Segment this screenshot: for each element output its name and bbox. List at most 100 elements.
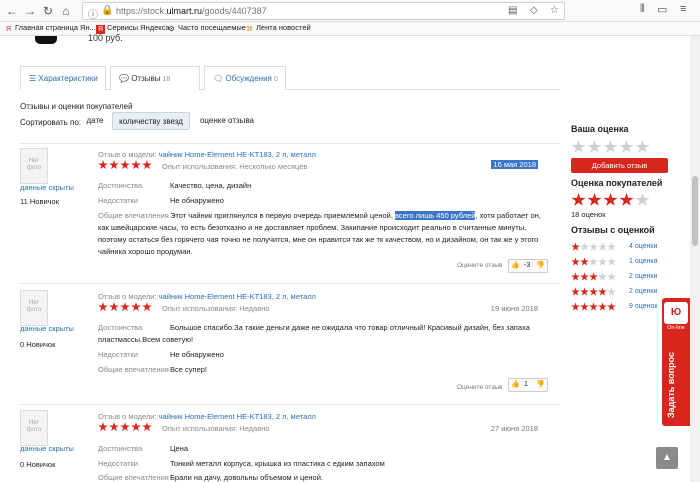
sort-by-date[interactable]: дате: [80, 112, 110, 130]
star-icon[interactable]: [603, 140, 618, 153]
user-rank: 11 Новичок: [20, 197, 59, 206]
info-icon[interactable]: ⓘ: [88, 6, 98, 21]
review-date: 19 июня 2018: [490, 304, 538, 313]
star-icon: [120, 302, 130, 312]
url-text[interactable]: https://stock.ulmart.ru/goods/4407387: [116, 6, 267, 16]
gear-icon: ⚙: [168, 26, 175, 33]
rating-filter-row[interactable]: 2 оценки: [571, 272, 661, 284]
field-label: Общие впечатления: [98, 473, 169, 482]
star-icon: [109, 422, 119, 432]
bookmark-yandex[interactable]: Я Главная страница Ян...: [4, 23, 96, 34]
review-impression: Общие впечатленияБрали на дачу, довольны…: [98, 472, 558, 482]
rating-filter-link[interactable]: 2 оценки: [629, 273, 657, 280]
star-icon: [98, 302, 108, 312]
usage-experience: Опыт использования: Несколько месяцев: [162, 162, 308, 171]
rating-filter-row[interactable]: 4 оценки: [571, 242, 661, 254]
model-prefix: Отзыв о модели:: [98, 150, 157, 159]
star-icon: [571, 257, 580, 266]
star-icon: [598, 302, 607, 311]
user-hidden-link[interactable]: данные скрыты: [20, 183, 74, 192]
scrollbar[interactable]: [690, 36, 700, 482]
reader-icon[interactable]: ▤: [508, 5, 517, 16]
rating-filter-link[interactable]: 1 оценка: [629, 258, 658, 265]
model-prefix: Отзыв о модели:: [98, 412, 157, 421]
address-bar[interactable]: ⓘ 🔒 https://stock.ulmart.ru/goods/440738…: [82, 2, 565, 21]
url-path: /goods/4407387: [202, 6, 267, 16]
thumbs-down-icon[interactable]: 👎: [536, 261, 545, 269]
library-icon[interactable]: ⫴: [640, 3, 645, 16]
url-host: ulmart.ru: [166, 6, 203, 16]
arrow-up-icon[interactable]: ▲: [656, 447, 678, 469]
pocket-icon[interactable]: ◇: [530, 5, 538, 16]
field-label: Достоинства: [98, 181, 143, 190]
ask-question-widget[interactable]: Ю On-line Задать вопрос: [662, 298, 690, 426]
tab-reviews[interactable]: 💬 Отзывы 18: [110, 66, 200, 90]
back-icon[interactable]: ←: [4, 3, 20, 19]
sort-by-stars[interactable]: количеству звезд: [112, 112, 190, 130]
tab-count: 18: [162, 76, 171, 83]
star-icon: [589, 242, 598, 251]
tab-label: Обсуждения: [225, 74, 272, 83]
forward-icon[interactable]: →: [22, 3, 38, 19]
bookmark-most-visited[interactable]: ⚙ Часто посещаемые: [167, 23, 246, 34]
scrollbar-thumb[interactable]: [692, 176, 698, 246]
field-value: Этот чайник приглянулся в первую очередь…: [170, 211, 395, 220]
review-impression: Общие впечатленияВсе супер!: [98, 364, 558, 376]
divider: [20, 404, 560, 405]
product-price: 100 руб.: [88, 33, 123, 43]
sort-by-rating[interactable]: оценке отзыва: [192, 112, 262, 130]
tab-characteristics[interactable]: ☰ Характеристики: [20, 66, 106, 90]
star-icon: [598, 272, 607, 281]
star-icon: [607, 242, 616, 251]
thumbs-up-icon[interactable]: 👍: [511, 261, 520, 269]
star-icon: [98, 422, 108, 432]
bookmark-news[interactable]: ⌘ Лента новостей: [245, 23, 311, 34]
rating-filter-row[interactable]: 1 оценка: [571, 257, 661, 269]
star-icon: [580, 272, 589, 281]
star-icon: [580, 257, 589, 266]
url-prefix: https://stock.: [116, 6, 167, 16]
rate-review-label: Оцените отзыв: [457, 262, 503, 269]
field-value: Качество, цена, дизайн: [170, 181, 252, 190]
review-model-line: Отзыв о модели: чайник Home-Element HE-K…: [98, 412, 316, 421]
star-icon: [589, 272, 598, 281]
review-stars: [98, 302, 153, 312]
star-icon: [109, 160, 119, 170]
user-hidden-link[interactable]: данные скрыты: [20, 444, 74, 453]
divider: [20, 143, 560, 144]
your-rating-stars[interactable]: [571, 140, 651, 154]
review-pros: Достоинства Большое спасибо.За такие день…: [98, 322, 558, 346]
sidebar-icon[interactable]: ▭: [657, 3, 667, 16]
star-icon[interactable]: [571, 140, 586, 153]
user-rank: 0 Новичок: [20, 340, 56, 349]
rating-filter-row[interactable]: 2 оценки: [571, 287, 661, 299]
model-link[interactable]: чайник Home-Element HE-KT183, 2 л, метал…: [159, 150, 316, 159]
field-label: Общие впечатления: [98, 211, 169, 220]
field-value: Тонкий металл корпуса, крышка из пластик…: [170, 459, 385, 468]
tab-discussions[interactable]: 🗨 Обсуждения 0: [204, 66, 286, 90]
rating-filter-link[interactable]: 2 оценки: [629, 288, 657, 295]
vote-count: -3: [524, 262, 531, 269]
rating-filter-row[interactable]: 9 оценок: [571, 302, 661, 314]
star-icon: [142, 160, 152, 170]
star-icon: [635, 193, 650, 206]
star-icon[interactable]: [587, 140, 602, 153]
home-icon[interactable]: ⌂: [58, 3, 74, 19]
bookmark-label: Часто посещаемые: [178, 23, 246, 32]
thumbs-down-icon[interactable]: 👎: [536, 380, 545, 388]
bookmark-star-icon[interactable]: ☆: [550, 5, 559, 16]
star-icon[interactable]: [619, 140, 634, 153]
user-hidden-link[interactable]: данные скрыты: [20, 324, 74, 333]
rating-filter-link[interactable]: 4 оценки: [629, 243, 657, 250]
review-pros: Достоинства Цена: [98, 443, 558, 455]
thumbs-up-icon[interactable]: 👍: [511, 380, 520, 388]
menu-icon[interactable]: ≡: [680, 3, 686, 15]
online-label: On-line: [667, 325, 685, 331]
review-model-line: Отзыв о модели: чайник Home-Element HE-K…: [98, 292, 316, 301]
rating-filter-link[interactable]: 9 оценок: [629, 303, 657, 310]
reload-icon[interactable]: ↻: [40, 3, 56, 19]
model-link[interactable]: чайник Home-Element HE-KT183, 2 л, метал…: [159, 292, 316, 301]
add-review-button[interactable]: Добавить отзыв: [571, 158, 668, 173]
model-link[interactable]: чайник Home-Element HE-KT183, 2 л, метал…: [159, 412, 316, 421]
star-icon[interactable]: [635, 140, 650, 153]
